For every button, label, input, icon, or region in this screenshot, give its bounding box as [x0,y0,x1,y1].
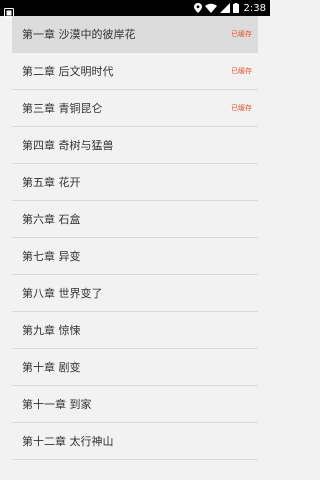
chapter-title: 第五章 花开 [22,176,81,189]
chapter-title: 第十章 剧变 [22,361,81,374]
chapter-title: 第七章 异变 [22,250,81,263]
chapter-title: 第十二章 太行神山 [22,435,114,448]
chapter-row[interactable]: 第十一章 到家 [12,386,258,423]
chapter-row[interactable]: 第十章 剧变 [12,349,258,386]
chapter-list[interactable]: 第一章 沙漠中的彼岸花 已缓存 第二章 后文明时代 已缓存 第三章 青铜昆仑 已… [0,16,270,480]
chapter-row[interactable]: 第十二章 太行神山 [12,423,258,460]
chapter-title: 第八章 世界变了 [22,287,103,300]
chapter-row[interactable]: 第四章 奇树与猛兽 [12,127,258,164]
chapter-row[interactable]: 第三章 青铜昆仑 已缓存 [12,90,258,127]
chapter-row[interactable]: 第一章 沙漠中的彼岸花 已缓存 [12,16,258,53]
chapter-title: 第二章 后文明时代 [22,65,114,78]
chapter-row[interactable]: 第七章 异变 [12,238,258,275]
chapter-row[interactable]: 第二章 后文明时代 已缓存 [12,53,258,90]
app-icon [4,3,14,18]
chapter-title: 第六章 石盒 [22,213,81,226]
chapter-row[interactable]: 第六章 石盒 [12,201,258,238]
chapter-title: 第一章 沙漠中的彼岸花 [22,28,136,41]
cached-badge: 已缓存 [231,104,252,112]
cached-badge: 已缓存 [231,30,252,38]
location-icon [193,3,202,13]
chapter-title: 第三章 青铜昆仑 [22,102,103,115]
signal-icon [219,3,230,13]
chapter-title: 第十一章 到家 [22,398,92,411]
chapter-title: 第九章 惊悚 [22,324,81,337]
chapter-row[interactable]: 第八章 世界变了 [12,275,258,312]
wifi-icon [204,3,217,13]
status-bar: 2:38 [0,0,270,18]
chapter-row[interactable]: 第五章 花开 [12,164,258,201]
chapter-title: 第四章 奇树与猛兽 [22,139,114,152]
cached-badge: 已缓存 [231,67,252,75]
battery-icon [232,3,239,13]
chapter-row[interactable]: 第九章 惊悚 [12,312,258,349]
clock: 2:38 [243,2,266,14]
